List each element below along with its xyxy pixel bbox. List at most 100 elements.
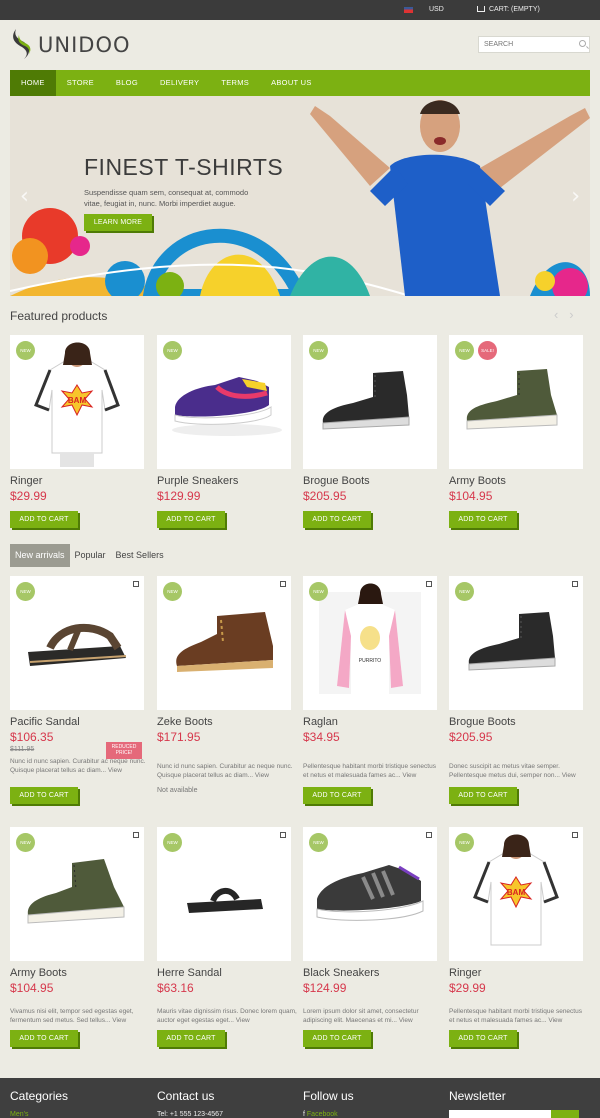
tab-popular[interactable]: Popular [70,544,111,567]
new-badge: NEW [309,341,328,360]
product-name[interactable]: Ringer [449,967,481,979]
slider-prev-icon[interactable]: ‹ [20,184,29,209]
search-icon[interactable] [579,40,586,47]
nav-blog[interactable]: BLOG [105,70,149,96]
product-name[interactable]: Army Boots [449,475,506,487]
product-image[interactable]: NEW [157,335,291,469]
search-input[interactable] [479,37,571,52]
product-name[interactable]: Black Sneakers [303,967,379,979]
add-to-cart-button[interactable]: ADD TO CART [157,511,225,528]
compare-checkbox[interactable] [280,832,286,838]
compare-checkbox[interactable] [572,581,578,587]
tab-best-sellers[interactable]: Best Sellers [111,544,169,567]
add-to-cart-button[interactable]: ADD TO CART [449,787,517,804]
currency-selector[interactable]: USD [429,6,444,13]
product-name[interactable]: Raglan [303,716,338,728]
view-link[interactable]: View [399,1017,413,1024]
footer-newsletter-heading: Newsletter [449,1089,506,1103]
add-to-cart-button[interactable]: ADD TO CART [157,1030,225,1047]
add-to-cart-button[interactable]: ADD TO CART [449,1030,517,1047]
compare-checkbox[interactable] [572,832,578,838]
footer-category-link[interactable]: Men's [10,1111,28,1118]
view-link[interactable]: View [112,1017,126,1024]
view-link[interactable]: View [548,1017,562,1024]
slide-title: FINEST T-SHIRTS [84,154,284,180]
product-image[interactable]: BAM NEW [449,827,583,961]
product-price: $205.95 [303,489,347,503]
featured-arrows: ‹ › [554,307,574,322]
product-name[interactable]: Herre Sandal [157,967,222,979]
compare-checkbox[interactable] [280,581,286,587]
nav-home[interactable]: HOME [10,70,56,96]
product-image[interactable]: NEW [157,576,291,710]
featured-next-icon[interactable]: › [569,307,573,322]
view-link[interactable]: View [236,1017,250,1024]
newsletter-submit-button[interactable] [551,1110,579,1118]
add-to-cart-button[interactable]: ADD TO CART [303,1030,371,1047]
product-name[interactable]: Army Boots [10,967,67,979]
product-image[interactable]: NEW SALE! [449,335,583,469]
description-text: Donec suscipit ac metus vitae semper. Pe… [449,763,560,779]
product-image[interactable]: NEW [303,827,437,961]
facebook-link[interactable]: f Facebook [303,1111,338,1118]
leaf-logo-icon [13,29,31,59]
add-to-cart-button[interactable]: ADD TO CART [449,511,517,528]
new-badge: NEW [16,341,35,360]
description-text: Nunc id nunc sapien. Curabitur ac neque … [10,758,146,774]
product-image[interactable]: NEW [449,576,583,710]
nav-store[interactable]: STORE [56,70,105,96]
product-tabs: New arrivals Popular Best Sellers [10,544,169,567]
compare-checkbox[interactable] [133,832,139,838]
product-price: $104.95 [449,489,493,503]
view-link[interactable]: View [402,772,416,779]
product-name[interactable]: Brogue Boots [303,475,370,487]
view-link[interactable]: View [562,772,576,779]
view-link[interactable]: View [255,772,269,779]
newsletter-email-input[interactable] [449,1110,551,1118]
product-price: $205.95 [449,730,493,744]
footer-categories-heading: Categories [10,1089,69,1103]
product-price: $124.99 [303,981,347,995]
view-link[interactable]: View [108,767,122,774]
nav-terms[interactable]: TERMS [210,70,260,96]
old-price: $111.95 [10,746,35,753]
tab-new-arrivals[interactable]: New arrivals [10,544,70,567]
learn-more-button[interactable]: LEARN MORE [84,214,152,231]
compare-checkbox[interactable] [426,581,432,587]
new-badge: NEW [163,341,182,360]
nav-delivery[interactable]: DELIVERY [149,70,210,96]
compare-checkbox[interactable] [133,581,139,587]
add-to-cart-button[interactable]: ADD TO CART [10,1030,78,1047]
product-name[interactable]: Brogue Boots [449,716,516,728]
product-image[interactable]: PURRITO NEW [303,576,437,710]
cart-link[interactable]: CART: (EMPTY) [477,6,540,13]
product-name[interactable]: Ringer [10,475,42,487]
product-name[interactable]: Zeke Boots [157,716,213,728]
product-price: $104.95 [10,981,54,995]
product-image[interactable]: NEW [10,827,144,961]
new-badge: NEW [16,833,35,852]
add-to-cart-button[interactable]: ADD TO CART [10,511,78,528]
facebook-icon: f [303,1111,305,1118]
cart-icon [477,6,485,13]
product-price: $34.95 [303,730,340,744]
product-name[interactable]: Purple Sneakers [157,475,238,487]
slider-next-icon[interactable]: › [571,184,580,209]
product-image[interactable]: NEW [303,335,437,469]
us-flag-icon[interactable] [404,7,413,13]
product-price: $29.99 [10,489,47,503]
search-box [478,36,590,53]
product-name[interactable]: Pacific Sandal [10,716,80,728]
add-to-cart-button[interactable]: ADD TO CART [303,787,371,804]
footer: Categories Men's Contact us Tel: +1 555 … [0,1078,600,1118]
facebook-label: Facebook [306,1111,338,1118]
compare-checkbox[interactable] [426,832,432,838]
new-badge: NEW [455,341,474,360]
product-image[interactable]: NEW [10,576,144,710]
featured-prev-icon[interactable]: ‹ [554,307,558,322]
add-to-cart-button[interactable]: ADD TO CART [10,787,78,804]
product-image[interactable]: BAM NEW [10,335,144,469]
add-to-cart-button[interactable]: ADD TO CART [303,511,371,528]
nav-about-us[interactable]: ABOUT US [260,70,323,96]
product-image[interactable]: NEW [157,827,291,961]
